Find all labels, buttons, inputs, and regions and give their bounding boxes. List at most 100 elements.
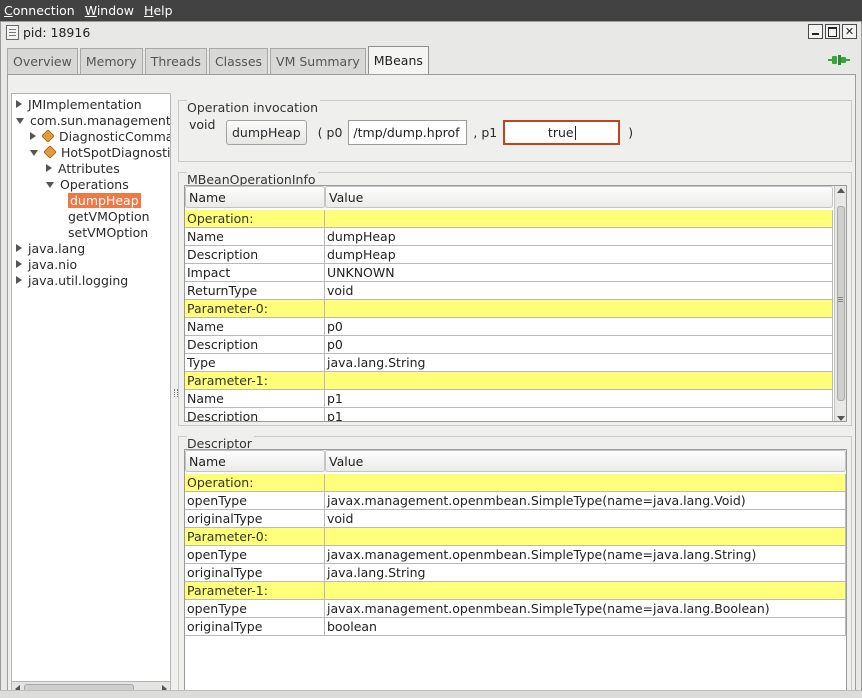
tree-node-com-sun-management[interactable]: com.sun.management bbox=[16, 112, 170, 128]
cell-value: java.lang.String bbox=[325, 564, 846, 582]
table-row[interactable]: Description p1 bbox=[185, 408, 833, 421]
cell-name: originalType bbox=[185, 564, 325, 582]
expanded-triangle-icon[interactable] bbox=[46, 182, 54, 188]
invoke-dumpheap-button[interactable]: dumpHeap bbox=[226, 120, 307, 145]
tree-node-getvmoption[interactable]: getVMOption bbox=[68, 208, 170, 224]
table-row[interactable]: openType javax.management.openmbean.Simpl… bbox=[185, 492, 846, 510]
scroll-up-icon[interactable] bbox=[837, 188, 845, 193]
table-row[interactable]: Name p0 bbox=[185, 318, 833, 336]
collapsed-triangle-icon[interactable] bbox=[16, 244, 22, 252]
tree-node-jmimplementation[interactable]: JMImplementation bbox=[16, 96, 170, 112]
column-header-value[interactable]: Value bbox=[325, 186, 833, 208]
cell-name: Parameter-0: bbox=[185, 528, 325, 546]
tree-node-dumpheap[interactable]: dumpHeap bbox=[68, 192, 170, 208]
column-header-name[interactable]: Name bbox=[185, 450, 325, 472]
tab-classes[interactable]: Classes bbox=[208, 48, 269, 74]
scroll-grip bbox=[838, 297, 843, 298]
tree-node-hotspotdiagnostic[interactable]: HotSpotDiagnostic bbox=[30, 144, 170, 160]
tree-node-operations[interactable]: Operations bbox=[46, 176, 170, 192]
cell-name: Parameter-1: bbox=[185, 372, 325, 390]
mbeans-panel: JMImplementation com.sun.management Diagno… bbox=[7, 74, 856, 696]
tree-node-java-util-logging[interactable]: java.util.logging bbox=[16, 272, 170, 288]
tree-node-java-lang[interactable]: java.lang bbox=[16, 240, 170, 256]
tab-threads[interactable]: Threads bbox=[144, 48, 207, 74]
collapsed-triangle-icon[interactable] bbox=[16, 276, 22, 284]
cell-name: Operation: bbox=[185, 210, 325, 228]
tree-node-label: java.util.logging bbox=[28, 272, 129, 288]
invocation-row: dumpHeap ( p0 /tmp/dump.hprof , p1 true … bbox=[226, 120, 633, 145]
mbean-operation-info-table[interactable]: Name Value Operation: Name dumpHeap Descrip… bbox=[184, 185, 847, 422]
cell-value: javax.management.openmbean.SimpleType(na… bbox=[325, 492, 846, 510]
table-section-row[interactable]: Parameter-0: bbox=[185, 300, 833, 318]
table-row[interactable]: Name p1 bbox=[185, 390, 833, 408]
table-row[interactable]: ReturnType void bbox=[185, 282, 833, 300]
column-header-name[interactable]: Name bbox=[185, 186, 325, 208]
collapsed-triangle-icon[interactable] bbox=[30, 132, 36, 140]
tree-node-label: getVMOption bbox=[68, 208, 150, 224]
scroll-down-icon[interactable] bbox=[837, 416, 845, 421]
document-icon bbox=[6, 24, 19, 40]
cell-name: Impact bbox=[185, 264, 325, 282]
cell-value: dumpHeap bbox=[325, 246, 833, 264]
expanded-triangle-icon[interactable] bbox=[16, 118, 24, 124]
table-section-row[interactable]: Parameter-1: bbox=[185, 372, 833, 390]
minimize-icon[interactable] bbox=[808, 24, 823, 39]
table-row[interactable]: originalType void bbox=[185, 510, 846, 528]
table-row[interactable]: Impact UNKNOWN bbox=[185, 264, 833, 282]
tree-node-setvmoption[interactable]: setVMOption bbox=[68, 224, 170, 240]
bottom-edge bbox=[0, 690, 862, 698]
tree-node-label: setVMOption bbox=[68, 224, 149, 240]
table-row[interactable]: Description p0 bbox=[185, 336, 833, 354]
column-header-value[interactable]: Value bbox=[325, 450, 846, 472]
table-row[interactable]: openType javax.management.openmbean.Simpl… bbox=[185, 546, 846, 564]
table-section-row[interactable]: Parameter-1: bbox=[185, 582, 846, 600]
tree-node-label: java.nio bbox=[28, 256, 78, 272]
cell-value: dumpHeap bbox=[325, 228, 833, 246]
tree-node-label: Attributes bbox=[58, 160, 120, 176]
collapsed-triangle-icon[interactable] bbox=[16, 260, 22, 268]
menubar: Connection Window Help bbox=[0, 0, 862, 21]
table-row[interactable]: originalType boolean bbox=[185, 618, 846, 636]
menu-window[interactable]: Window bbox=[85, 3, 134, 18]
mbean-tree[interactable]: JMImplementation com.sun.management Diagno… bbox=[11, 93, 171, 696]
table-row[interactable]: Description dumpHeap bbox=[185, 246, 833, 264]
tree-node-diagnosticcommand[interactable]: DiagnosticCommand bbox=[30, 128, 170, 144]
table-section-row[interactable]: Operation: bbox=[185, 474, 846, 492]
p1-input[interactable]: true bbox=[503, 120, 621, 145]
scroll-thumb[interactable] bbox=[837, 206, 845, 401]
tree-node-java-nio[interactable]: java.nio bbox=[16, 256, 170, 272]
table-row[interactable]: originalType java.lang.String bbox=[185, 564, 846, 582]
collapsed-triangle-icon[interactable] bbox=[46, 164, 52, 172]
window-controls: ✕ bbox=[808, 24, 857, 39]
table-row[interactable]: Name dumpHeap bbox=[185, 228, 833, 246]
cell-value: void bbox=[325, 510, 846, 528]
expanded-triangle-icon[interactable] bbox=[30, 150, 38, 156]
tab-memory[interactable]: Memory bbox=[79, 48, 143, 74]
table-section-row[interactable]: Operation: bbox=[185, 210, 833, 228]
menu-connection[interactable]: Connection bbox=[4, 3, 75, 18]
maximize-icon[interactable] bbox=[825, 24, 840, 39]
cell-value bbox=[325, 528, 846, 546]
cell-name: Parameter-0: bbox=[185, 300, 325, 318]
close-icon[interactable]: ✕ bbox=[842, 24, 857, 39]
table-row[interactable]: openType javax.management.openmbean.Simpl… bbox=[185, 600, 846, 618]
cell-value: p1 bbox=[325, 408, 833, 421]
cell-value: p0 bbox=[325, 318, 833, 336]
table-row[interactable]: Type java.lang.String bbox=[185, 354, 833, 372]
tab-vm-summary[interactable]: VM Summary bbox=[270, 48, 366, 74]
bean-icon bbox=[41, 129, 55, 143]
menu-help[interactable]: Help bbox=[144, 3, 173, 18]
cell-value bbox=[325, 210, 833, 228]
collapsed-triangle-icon[interactable] bbox=[16, 100, 22, 108]
cell-name: Description bbox=[185, 336, 325, 354]
tree-node-attributes[interactable]: Attributes bbox=[46, 160, 170, 176]
descriptor-table[interactable]: Name Value Operation: openType javax.manag… bbox=[184, 449, 847, 691]
tab-mbeans[interactable]: MBeans bbox=[367, 46, 429, 74]
table-section-row[interactable]: Parameter-0: bbox=[185, 528, 846, 546]
p0-input[interactable]: /tmp/dump.hprof bbox=[348, 120, 468, 145]
info-vertical-scrollbar[interactable] bbox=[834, 186, 846, 421]
bean-icon bbox=[43, 145, 57, 159]
frame-title-bar[interactable]: pid: 18916 ✕ bbox=[1, 22, 861, 42]
tab-overview[interactable]: Overview bbox=[7, 48, 78, 74]
param-p0-label: ( p0 bbox=[317, 125, 343, 140]
